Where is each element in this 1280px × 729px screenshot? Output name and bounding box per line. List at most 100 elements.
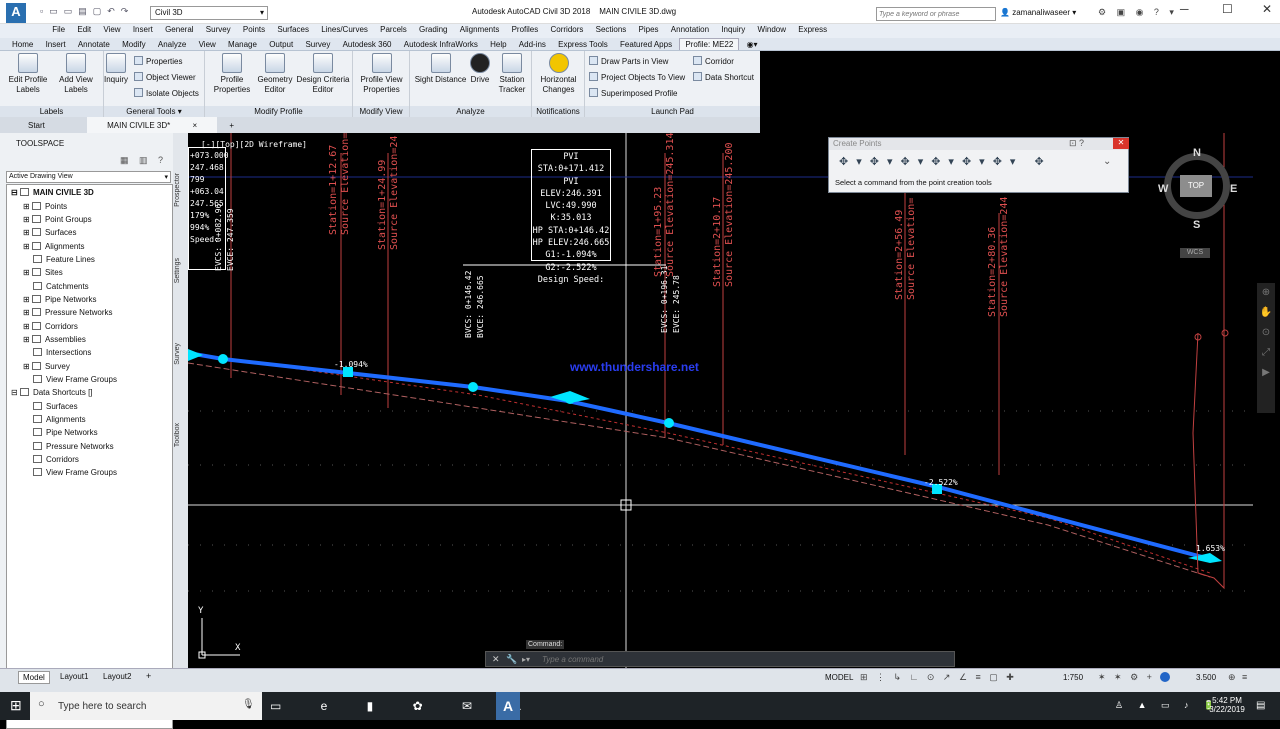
tree-item-catchments[interactable]: Catchments: [33, 282, 89, 291]
taskbar-search[interactable]: ○ Type here to search 🎙: [30, 692, 262, 720]
status-tools[interactable]: ✶ ✶ ⚙ +: [1098, 672, 1155, 683]
geometry-editor-button[interactable]: Geometry Editor: [255, 53, 295, 95]
tree-item-feature-lines[interactable]: Feature Lines: [33, 255, 95, 264]
toolspace-toolbar-icons[interactable]: ▦ ▥ ?: [120, 155, 167, 166]
keyword-search-input[interactable]: [877, 8, 995, 20]
new-tab-button[interactable]: +: [219, 119, 244, 132]
app-logo-icon[interactable]: A: [6, 3, 26, 23]
tree-item-sites[interactable]: ⊞ Sites: [23, 268, 63, 277]
drawing-view-dropdown[interactable]: Active Drawing View ▾: [6, 171, 171, 183]
profile-properties-button[interactable]: Profile Properties: [209, 53, 255, 95]
tree-item-intersections[interactable]: Intersections: [33, 348, 91, 357]
menu-item[interactable]: Pipes: [634, 24, 664, 35]
create-points-help-icon[interactable]: ⊡ ?: [1069, 138, 1084, 149]
maximize-button[interactable]: ☐: [1222, 2, 1233, 16]
profile-view-properties-button[interactable]: Profile View Properties: [355, 53, 408, 95]
menu-item[interactable]: Profiles: [507, 24, 544, 35]
tab-add-ins[interactable]: Add-ins: [514, 39, 551, 50]
command-close-icon[interactable]: ✕: [492, 654, 500, 665]
menu-item[interactable]: Inquiry: [716, 24, 750, 35]
tab-infraworks[interactable]: Autodesk InfraWorks: [399, 39, 483, 50]
menu-item[interactable]: Alignments: [455, 24, 505, 35]
menu-item[interactable]: Insert: [128, 24, 158, 35]
menu-item[interactable]: Express: [793, 24, 832, 35]
ribbon-options-icon[interactable]: ◉▾: [742, 39, 763, 50]
object-viewer-button[interactable]: Object Viewer: [134, 72, 196, 83]
shortcut-item-pressure-networks[interactable]: Pressure Networks: [33, 442, 114, 451]
quick-access-toolbar[interactable]: ▫▭▭▤▢↶↷: [40, 6, 145, 18]
tab-insert[interactable]: Insert: [41, 39, 71, 50]
expand-chevron-icon[interactable]: ⌄: [1103, 156, 1111, 167]
isolate-objects-button[interactable]: Isolate Objects: [134, 88, 199, 99]
command-customize-icon[interactable]: 🔧: [506, 654, 517, 665]
command-line[interactable]: ✕ 🔧 ▸▾: [485, 651, 955, 667]
tab-help[interactable]: Help: [485, 39, 511, 50]
tree-item-survey[interactable]: ⊞ Survey: [23, 362, 70, 371]
tab-home[interactable]: Home: [0, 39, 38, 50]
menu-item[interactable]: Grading: [414, 24, 452, 35]
create-points-close-button[interactable]: ✕: [1113, 138, 1129, 149]
superimposed-profile-button[interactable]: Superimposed Profile: [589, 88, 677, 99]
compass-south[interactable]: S: [1193, 219, 1200, 231]
tree-item-pipe-networks[interactable]: ⊞ Pipe Networks: [23, 295, 97, 304]
tree-item-point-groups[interactable]: ⊞ Point Groups: [23, 215, 92, 224]
notifications-icon[interactable]: ▤: [1256, 700, 1265, 711]
tab-main-civile-3d[interactable]: MAIN CIVILE 3D* ×: [87, 117, 218, 134]
tab-annotate[interactable]: Annotate: [73, 39, 115, 50]
properties-button[interactable]: Properties: [134, 56, 182, 67]
wcs-menu[interactable]: WCS: [1180, 248, 1210, 258]
tree-item-corridors[interactable]: ⊞ Corridors: [23, 322, 78, 331]
menu-item[interactable]: View: [98, 24, 125, 35]
tree-item-alignments[interactable]: ⊞ Alignments: [23, 242, 85, 251]
drawing-canvas[interactable]: [-][Top][2D Wireframe] +073.000 247.468 …: [188, 133, 1253, 668]
shortcut-item-surfaces[interactable]: Surfaces: [33, 402, 78, 411]
tab-profile-me22[interactable]: Profile: ME22: [679, 38, 740, 50]
microphone-icon[interactable]: 🎙: [242, 699, 255, 710]
compass-west[interactable]: W: [1158, 183, 1168, 195]
tab-survey-vertical[interactable]: Survey: [174, 343, 187, 365]
point-creation-tools[interactable]: ✥▾✥▾✥▾✥▾✥▾✥▾ ✥: [839, 155, 1052, 168]
station-tracker-button[interactable]: Station Tracker: [496, 53, 528, 95]
tree-data-shortcuts[interactable]: ⊟ Data Shortcuts []: [11, 388, 93, 397]
tab-view[interactable]: View: [194, 39, 221, 50]
tree-root[interactable]: ⊟ MAIN CIVILE 3D: [11, 188, 94, 197]
menu-item[interactable]: Annotation: [666, 24, 714, 35]
drive-button[interactable]: Drive: [468, 53, 492, 85]
autocad-taskbar-icon[interactable]: A: [496, 692, 520, 720]
drafting-toggles[interactable]: ⊞ ⋮ ↳ ∟ ⊙ ↗ ∠ ≡ ▢ ✚: [860, 672, 1017, 683]
menu-item[interactable]: General: [160, 24, 198, 35]
design-criteria-editor-button[interactable]: Design Criteria Editor: [295, 53, 351, 95]
tree-item-pressure-networks[interactable]: ⊞ Pressure Networks: [23, 308, 113, 317]
menu-item[interactable]: Surfaces: [272, 24, 314, 35]
add-layout-button[interactable]: +: [146, 671, 151, 681]
tab-output[interactable]: Output: [264, 39, 298, 50]
tab-toolbox[interactable]: Toolbox: [174, 423, 187, 447]
tab-manage[interactable]: Manage: [223, 39, 262, 50]
compass-east[interactable]: E: [1230, 183, 1237, 195]
user-account[interactable]: 👤 zamanaliwaseer ▾: [1000, 8, 1076, 17]
isolate-icon[interactable]: [1160, 672, 1170, 682]
shortcut-item-pipe-networks[interactable]: Pipe Networks: [33, 428, 98, 437]
close-tab-icon[interactable]: ×: [183, 119, 208, 132]
customize-icon[interactable]: ⊕ ≡: [1228, 672, 1249, 683]
nav-bar-tools[interactable]: ⊕ ✋ ⊙ ⤢ ▶: [1257, 283, 1275, 413]
tree-item-surfaces[interactable]: ⊞ Surfaces: [23, 228, 77, 237]
menu-item[interactable]: Sections: [591, 24, 632, 35]
tab-express-tools[interactable]: Express Tools: [553, 39, 613, 50]
sight-distance-button[interactable]: Sight Distance: [413, 53, 468, 85]
system-clock[interactable]: 5:42 PM 3/22/2019: [1205, 696, 1249, 714]
tab-start[interactable]: Start: [18, 119, 55, 132]
tab-survey[interactable]: Survey: [300, 39, 335, 50]
general-tools-title[interactable]: General Tools ▾: [104, 106, 204, 117]
viewcube[interactable]: TOP N S W E WCS: [1158, 147, 1238, 258]
viewcube-top-face[interactable]: TOP: [1180, 175, 1212, 197]
project-objects-button[interactable]: Project Objects To View: [589, 72, 685, 83]
menu-item[interactable]: File: [47, 24, 70, 35]
draw-parts-button[interactable]: Draw Parts in View: [589, 56, 668, 67]
menu-item[interactable]: Edit: [72, 24, 96, 35]
close-button[interactable]: ✕: [1262, 2, 1272, 16]
menu-item[interactable]: Parcels: [375, 24, 412, 35]
menu-item[interactable]: Lines/Curves: [316, 24, 373, 35]
tab-settings-vertical[interactable]: Settings: [174, 258, 187, 283]
tab-featured-apps[interactable]: Featured Apps: [615, 39, 677, 50]
